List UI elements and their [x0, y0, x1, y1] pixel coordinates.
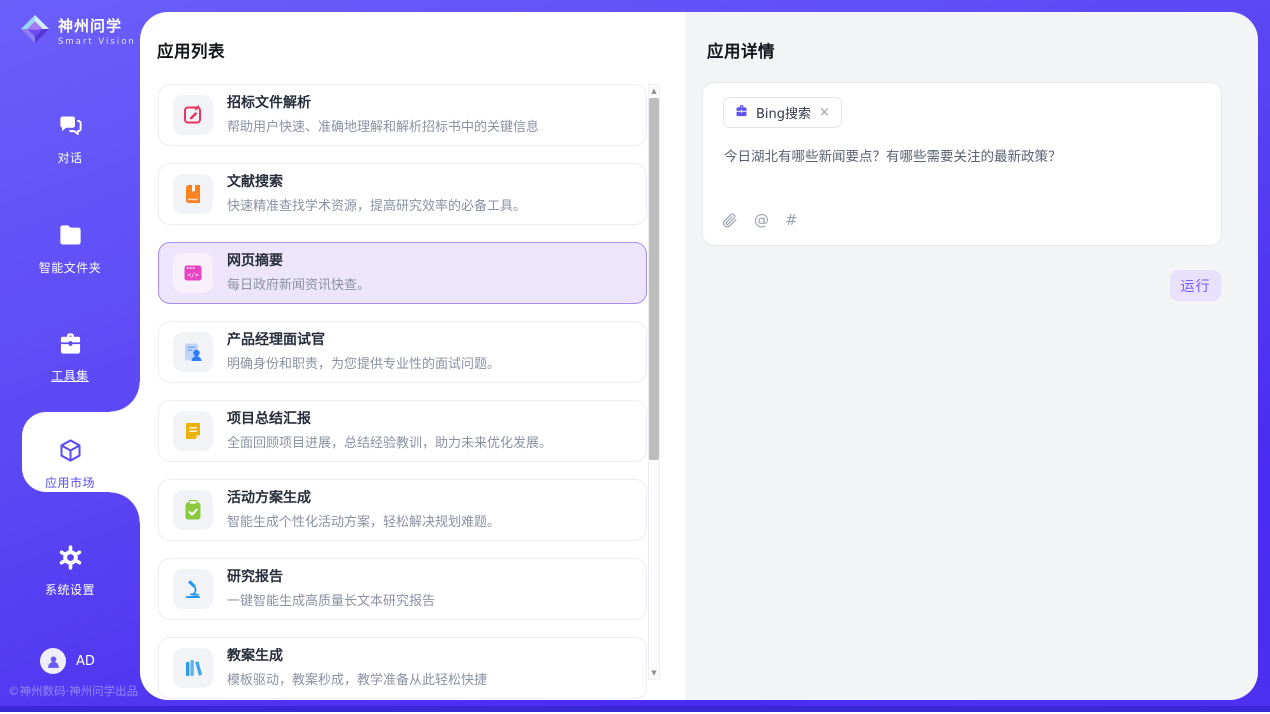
svg-text:</>: </> — [187, 271, 199, 279]
app-name: 网页摘要 — [227, 253, 370, 270]
sidebar-item-label: 系统设置 — [0, 581, 140, 598]
logo-title: 神州问学 — [58, 17, 122, 35]
app-card[interactable]: 文献搜索 快速精准查找学术资源，提高研究效率的必备工具。 — [158, 163, 647, 225]
book-icon — [173, 174, 213, 214]
sidebar-item-对话[interactable]: 对话 — [0, 112, 140, 166]
folder-icon — [57, 222, 84, 249]
app-detail-title: 应用详情 — [707, 38, 775, 62]
sidebar-item-应用市场[interactable]: 应用市场 — [0, 437, 140, 491]
app-list-panel: 应用列表 招标文件解析 帮助用户快速、准确地理解和解析招标书中的关键信息 文献搜… — [140, 12, 685, 700]
app-card[interactable]: 招标文件解析 帮助用户快速、准确地理解和解析招标书中的关键信息 — [158, 84, 647, 146]
sidebar-item-label: 应用市场 — [0, 474, 140, 491]
sidebar-item-工具集[interactable]: 工具集 — [0, 330, 140, 384]
mention-icon[interactable]: @ — [754, 211, 769, 229]
briefcase-icon — [734, 103, 749, 122]
gear-icon — [57, 544, 84, 571]
app-desc: 智能生成个性化活动方案，轻松解决规划难题。 — [227, 511, 500, 530]
tool-tag-bing[interactable]: Bing搜索 × — [723, 97, 842, 128]
app-logo: 神州问学 Smart Vision — [20, 14, 136, 48]
app-desc: 每日政府新闻资讯快查。 — [227, 274, 370, 293]
close-icon[interactable]: × — [818, 106, 831, 119]
user-account[interactable]: AD — [40, 648, 95, 674]
app-name: 招标文件解析 — [227, 95, 539, 112]
logo-subtitle: Smart Vision — [58, 37, 136, 47]
sidebar: 神州问学 Smart Vision 对话 智能文件夹 工具集 应用市场 系统设置… — [0, 0, 140, 714]
sidebar-item-智能文件夹[interactable]: 智能文件夹 — [0, 222, 140, 276]
tool-tag-label: Bing搜索 — [756, 103, 811, 122]
query-text[interactable]: 今日湖北有哪些新闻要点？有哪些需要关注的最新政策？ — [724, 145, 1201, 165]
app-name: 研究报告 — [227, 569, 435, 586]
attachment-toolbar: @ # — [721, 211, 798, 229]
app-name: 活动方案生成 — [227, 490, 500, 507]
app-name: 产品经理面试官 — [227, 332, 500, 349]
clipboard-check-icon — [173, 490, 213, 530]
scrollbar[interactable]: ▲ ▼ — [648, 84, 660, 680]
scrollbar-thumb[interactable] — [649, 98, 659, 460]
browser-code-icon: </> — [173, 253, 213, 293]
microscope-icon — [173, 569, 213, 609]
hash-icon[interactable]: # — [785, 211, 798, 229]
app-card[interactable]: </> 网页摘要 每日政府新闻资讯快查。 — [158, 242, 647, 304]
sidebar-item-label: 智能文件夹 — [0, 259, 140, 276]
scroll-up-icon[interactable]: ▲ — [649, 87, 659, 95]
app-card[interactable]: 活动方案生成 智能生成个性化活动方案，轻松解决规划难题。 — [158, 479, 647, 541]
app-desc: 全面回顾项目进展，总结经验教训，助力未来优化发展。 — [227, 432, 552, 451]
app-name: 项目总结汇报 — [227, 411, 552, 428]
person-doc-icon — [173, 332, 213, 372]
app-card[interactable]: 研究报告 一键智能生成高质量长文本研究报告 — [158, 558, 647, 620]
app-list-title: 应用列表 — [157, 38, 225, 62]
toolbox-icon — [57, 330, 84, 357]
copyright-text: ©神州数码·神州问学出品 — [8, 683, 138, 699]
app-card[interactable]: 项目总结汇报 全面回顾项目进展，总结经验教训，助力未来优化发展。 — [158, 400, 647, 462]
cube-icon — [57, 437, 84, 464]
paperclip-icon[interactable] — [721, 212, 738, 229]
app-card[interactable]: 产品经理面试官 明确身份和职责，为您提供专业性的面试问题。 — [158, 321, 647, 383]
app-name: 文献搜索 — [227, 174, 526, 191]
app-name: 教案生成 — [227, 648, 487, 665]
app-desc: 模板驱动，教案秒成，教学准备从此轻松快捷 — [227, 669, 487, 688]
chat-icon — [57, 112, 84, 139]
logo-diamond-icon — [20, 14, 50, 48]
books-icon — [173, 648, 213, 688]
sidebar-item-系统设置[interactable]: 系统设置 — [0, 544, 140, 598]
note-icon — [173, 411, 213, 451]
scroll-down-icon[interactable]: ▼ — [649, 669, 659, 677]
app-desc: 一键智能生成高质量长文本研究报告 — [227, 590, 435, 609]
main-content: 应用列表 招标文件解析 帮助用户快速、准确地理解和解析招标书中的关键信息 文献搜… — [140, 12, 1258, 700]
doc-edit-icon — [173, 95, 213, 135]
app-desc: 帮助用户快速、准确地理解和解析招标书中的关键信息 — [227, 116, 539, 135]
prompt-input-card[interactable]: Bing搜索 × 今日湖北有哪些新闻要点？有哪些需要关注的最新政策？ @ # — [702, 82, 1222, 246]
app-detail-panel: 应用详情 Bing搜索 × 今日湖北有哪些新闻要点？有哪些需要关注的最新政策？ … — [685, 12, 1258, 700]
run-button[interactable]: 运行 — [1170, 270, 1221, 301]
app-desc: 快速精准查找学术资源，提高研究效率的必备工具。 — [227, 195, 526, 214]
avatar — [40, 648, 66, 674]
sidebar-item-label: 对话 — [0, 149, 140, 166]
sidebar-item-label: 工具集 — [0, 367, 140, 384]
user-name: AD — [76, 654, 95, 669]
app-desc: 明确身份和职责，为您提供专业性的面试问题。 — [227, 353, 500, 372]
app-card[interactable]: 教案生成 模板驱动，教案秒成，教学准备从此轻松快捷 — [158, 637, 647, 699]
